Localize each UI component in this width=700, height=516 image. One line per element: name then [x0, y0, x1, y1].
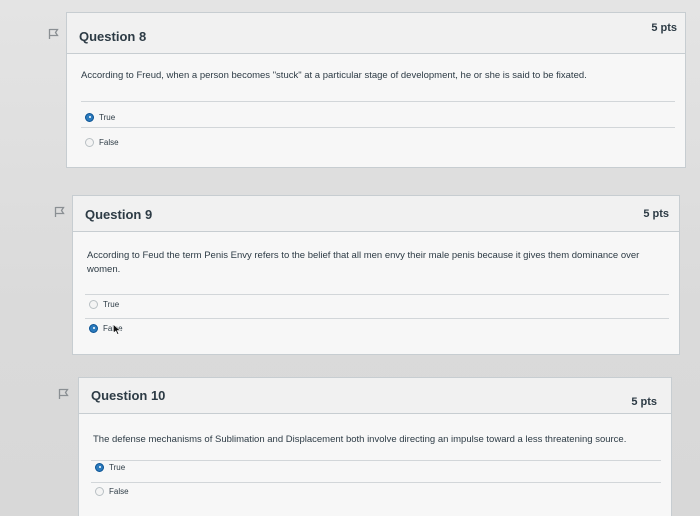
question-8-answer-true[interactable]: True [85, 110, 115, 124]
question-8-points: 5 pts [651, 22, 677, 34]
answers-divider [85, 318, 669, 319]
flag-question-9-icon[interactable] [54, 206, 65, 218]
answer-label: True [103, 299, 120, 309]
question-9-points: 5 pts [643, 208, 669, 220]
question-9-answer-true[interactable]: True [89, 297, 119, 311]
question-10-title: Question 10 [91, 388, 166, 403]
answer-label: False [99, 137, 119, 147]
question-10-card: Question 10 5 pts The defense mechanisms… [78, 377, 672, 516]
answers-divider [91, 460, 661, 461]
answer-label: True [99, 112, 116, 122]
radio-selected-icon[interactable] [85, 112, 94, 122]
radio-selected-icon[interactable] [95, 462, 104, 472]
question-10-answer-false[interactable]: False [95, 484, 129, 498]
question-8-card: Question 8 5 pts According to Freud, whe… [66, 12, 686, 168]
question-9-header: Question 9 5 pts [73, 196, 679, 232]
answers-divider [91, 482, 661, 483]
mouse-pointer-icon [113, 322, 122, 335]
question-10-answer-true[interactable]: True [95, 460, 125, 474]
question-8-title: Question 8 [79, 29, 147, 44]
question-10-text: The defense mechanisms of Sublimation an… [93, 434, 627, 445]
answers-divider [81, 127, 675, 128]
answer-label: False [109, 486, 129, 496]
question-9-text: According to Feud the term Penis Envy re… [87, 250, 640, 275]
question-10-header: Question 10 5 pts [79, 378, 671, 414]
question-8-text: According to Freud, when a person become… [81, 70, 587, 81]
radio-unselected-icon[interactable] [95, 486, 104, 496]
question-10-points: 5 pts [631, 396, 657, 408]
radio-selected-icon[interactable] [89, 323, 98, 333]
radio-unselected-icon[interactable] [85, 137, 94, 147]
question-9-card: Question 9 5 pts According to Feud the t… [72, 195, 680, 355]
answer-label: True [109, 462, 126, 472]
question-9-title: Question 9 [85, 207, 153, 222]
answers-divider [85, 294, 669, 295]
question-8-header: Question 8 5 pts [67, 13, 685, 54]
flag-question-8-icon[interactable] [48, 28, 59, 40]
answers-divider [81, 101, 675, 102]
flag-question-10-icon[interactable] [58, 388, 69, 400]
question-8-answer-false[interactable]: False [85, 135, 119, 149]
radio-unselected-icon[interactable] [89, 299, 98, 309]
